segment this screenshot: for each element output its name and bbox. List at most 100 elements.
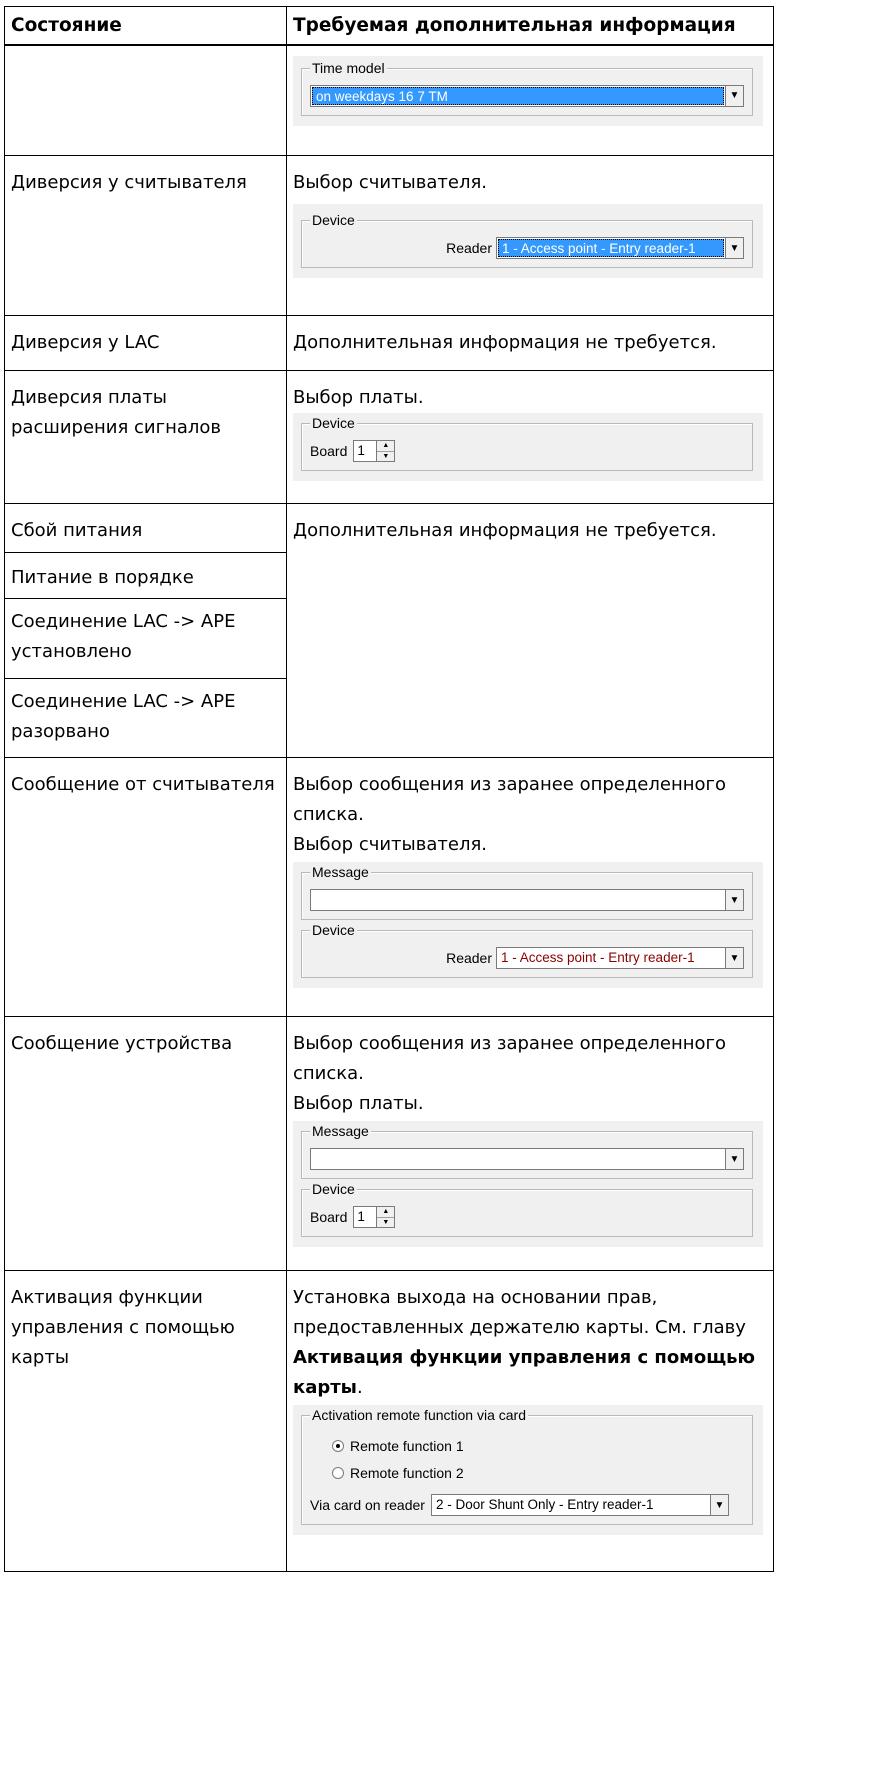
state-list: Сбой питания Питание в порядке Соединени… [5, 504, 286, 756]
chevron-down-icon[interactable]: ▼ [725, 1149, 743, 1169]
state-cell: Сообщение устройства [4, 1016, 287, 1271]
chevron-down-icon[interactable]: ▼ [725, 238, 743, 258]
board-spinner[interactable]: 1 ▲ ▼ [353, 440, 396, 462]
time-model-panel: Time model on weekdays 16 7 TM ▼ [293, 55, 763, 126]
message-group: Message ▼ [301, 1123, 753, 1179]
spin-up-icon[interactable]: ▲ [377, 441, 395, 452]
via-reader-label: Via card on reader [310, 1497, 425, 1513]
time-model-dropdown[interactable]: on weekdays 16 7 TM ▼ [310, 84, 744, 107]
message-dropdown[interactable]: ▼ [310, 1148, 744, 1170]
state-cell: Сбой питания Питание в порядке Соединени… [4, 503, 287, 758]
radio-remote-function-2[interactable]: Remote function 2 [310, 1459, 744, 1486]
info-text: Дополнительная информация не требуется. [293, 520, 717, 541]
message-panel: Message ▼ Device Board 1 ▲ ▼ [293, 1121, 763, 1247]
device-panel: Device Reader 1 - Access point - Entry r… [293, 204, 763, 278]
via-reader-row: Via card on reader 2 - Door Shunt Only -… [310, 1494, 744, 1516]
group-legend: Device [310, 1181, 357, 1197]
state-text: Сообщение от считывателя [11, 774, 275, 795]
radio-label: Remote function 2 [350, 1464, 464, 1481]
state-text: Соединение LAC -> APE разорвано [11, 690, 236, 742]
dropdown-value: on weekdays 16 7 TM [312, 86, 724, 105]
table-row: Активация функции управления с помощью к… [4, 1270, 774, 1572]
state-text: Диверсия платы расширения сигналов [11, 387, 222, 438]
chevron-down-icon[interactable]: ▼ [725, 890, 743, 910]
radio-remote-function-1[interactable]: Remote function 1 [310, 1432, 744, 1459]
board-row: Board 1 ▲ ▼ [310, 440, 744, 462]
device-group: Device Reader 1 - Access point - Entry r… [301, 212, 753, 268]
group-legend: Device [310, 415, 357, 431]
remote-function-group: Activation remote function via card Remo… [301, 1407, 753, 1525]
info-cell: Выбор считывателя. Device Reader 1 - Acc… [286, 155, 774, 316]
chevron-down-icon[interactable]: ▼ [725, 85, 743, 106]
states-table: Состояние Требуемая дополнительная инфор… [4, 6, 774, 1572]
table-row: Сбой питания Питание в порядке Соединени… [4, 503, 774, 758]
group-legend: Activation remote function via card [310, 1407, 528, 1423]
info-cell: Выбор платы. Device Board 1 ▲ ▼ [286, 370, 774, 504]
state-cell [4, 44, 287, 156]
info-text: Выбор платы. [293, 387, 424, 408]
info-cell: Выбор сообщения из заранее определенного… [286, 1016, 774, 1271]
table-row: Сообщение от считывателя Выбор сообщения… [4, 757, 774, 1017]
info-text: Установка выхода на основании прав, пред… [287, 1271, 773, 1403]
group-legend: Time model [310, 59, 387, 76]
state-text: Соединение LAC -> APE установлено [11, 610, 236, 662]
info-text: Дополнительная информация не требуется. [293, 332, 717, 353]
chevron-down-icon[interactable]: ▼ [725, 948, 743, 968]
dropdown-value: 1 - Access point - Entry reader-1 [498, 239, 724, 257]
spin-down-icon[interactable]: ▼ [377, 452, 394, 462]
info-text-pre: Установка выхода на основании прав, пред… [293, 1287, 746, 1338]
radio-unselected-icon[interactable] [332, 1466, 344, 1479]
message-dropdown[interactable]: ▼ [310, 889, 744, 911]
device-panel: Device Board 1 ▲ ▼ [293, 413, 763, 481]
info-text: Выбор сообщения из заранее определенного… [293, 1033, 726, 1084]
reader-label: Reader [446, 240, 492, 256]
time-model-group: Time model on weekdays 16 7 TM ▼ [301, 59, 753, 116]
state-text: Активация функции управления с помощью к… [11, 1287, 235, 1368]
reader-label: Reader [446, 950, 492, 966]
state-text: Сообщение устройства [11, 1033, 233, 1054]
group-legend: Device [310, 212, 357, 228]
chevron-down-icon[interactable]: ▼ [709, 1495, 728, 1515]
info-text: Выбор считывателя. [293, 172, 488, 193]
radio-label: Remote function 1 [350, 1437, 464, 1454]
radio-selected-icon[interactable] [332, 1439, 344, 1452]
spin-up-icon[interactable]: ▲ [377, 1207, 395, 1218]
spinner-value[interactable]: 1 [354, 441, 376, 461]
via-reader-dropdown[interactable]: 2 - Door Shunt Only - Entry reader-1 ▼ [430, 1494, 729, 1516]
info-cell: Дополнительная информация не требуется. [286, 315, 774, 371]
message-group: Message ▼ [301, 864, 753, 920]
state-text: Сбой питания [11, 520, 143, 541]
table-row: Диверсия у считывателя Выбор считывателя… [4, 155, 774, 316]
header-row: Состояние Требуемая дополнительная инфор… [4, 6, 774, 46]
state-text: Питание в порядке [11, 566, 194, 588]
reader-dropdown[interactable]: 1 - Access point - Entry reader-1 ▼ [496, 237, 744, 259]
table-row: Сообщение устройства Выбор сообщения из … [4, 1016, 774, 1271]
header-info: Требуемая дополнительная информация [286, 6, 774, 46]
info-cell: Установка выхода на основании прав, пред… [286, 1270, 774, 1572]
spin-down-icon[interactable]: ▼ [377, 1218, 394, 1228]
state-cell: Активация функции управления с помощью к… [4, 1270, 287, 1572]
remote-function-panel: Activation remote function via card Remo… [293, 1405, 763, 1535]
board-row: Board 1 ▲ ▼ [310, 1206, 744, 1228]
dropdown-value [311, 1149, 725, 1169]
table-row: Time model on weekdays 16 7 TM ▼ [4, 44, 774, 156]
device-group: Device Board 1 ▲ ▼ [301, 415, 753, 471]
group-legend: Message [310, 864, 371, 880]
state-text: Диверсия у считывателя [11, 172, 247, 193]
info-text: Выбор сообщения из заранее определенного… [293, 774, 726, 825]
dropdown-value: 2 - Door Shunt Only - Entry reader-1 [435, 1497, 654, 1512]
info-text: Выбор платы. [293, 1093, 424, 1114]
state-cell: Диверсия у считывателя [4, 155, 287, 316]
group-legend: Device [310, 922, 357, 938]
reader-dropdown[interactable]: 1 - Access point - Entry reader-1 ▼ [496, 947, 744, 969]
table-row: Диверсия у LAC Дополнительная информация… [4, 315, 774, 371]
spinner-value[interactable]: 1 [354, 1207, 376, 1227]
reader-row: Reader 1 - Access point - Entry reader-1… [310, 947, 744, 969]
board-label: Board [310, 1209, 348, 1225]
message-panel: Message ▼ Device Reader 1 - Access point… [293, 862, 763, 988]
device-group: Device Reader 1 - Access point - Entry r… [301, 922, 753, 978]
info-cell: Дополнительная информация не требуется. [286, 503, 774, 758]
dropdown-value: 1 - Access point - Entry reader-1 [501, 950, 695, 965]
board-spinner[interactable]: 1 ▲ ▼ [353, 1206, 396, 1228]
state-cell: Диверсия у LAC [4, 315, 287, 371]
